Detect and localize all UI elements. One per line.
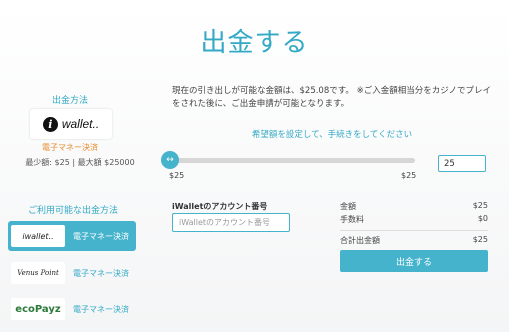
summary-fee-label: 手数料	[340, 215, 364, 224]
amount-slider-track[interactable]	[170, 158, 415, 163]
summary-amount-value: $25	[472, 201, 488, 210]
method-option-venuspoint[interactable]: Venus Point 電子マネー決済	[8, 258, 136, 288]
summary-total-label: 合計出金額	[340, 236, 380, 245]
slider-max-label: $25	[401, 171, 417, 180]
summary-total-row: 合計出金額 $25	[340, 235, 488, 246]
available-methods-heading: ご利用可能な出金方法	[27, 206, 118, 216]
summary-fee-value: $0	[477, 214, 488, 223]
withdraw-button[interactable]: 出金する	[340, 250, 488, 272]
summary-fee-row: 手数料 $0	[340, 214, 488, 225]
selected-method-logo: i wallet..	[30, 109, 112, 139]
account-number-input[interactable]	[172, 213, 290, 232]
arrows-left-right-icon: ↔	[166, 155, 174, 165]
method-option-ecopayz[interactable]: ecoPayz 電子マネー決済	[8, 294, 136, 324]
amount-slider-handle[interactable]: ↔	[161, 151, 179, 169]
method-type-label: 電子マネー決済	[42, 143, 98, 152]
iwallet-logo-text: wallet..	[61, 117, 100, 131]
method-option-label: 電子マネー決済	[73, 268, 129, 278]
iwallet-option-logo: iwallet..	[11, 225, 65, 247]
method-option-label: 電子マネー決済	[73, 304, 129, 314]
venuspoint-option-logo-text: Venus Point	[17, 269, 59, 277]
summary-divider	[340, 230, 488, 231]
withdraw-limits: 最少額: $25 | 最大額 $25000	[25, 158, 135, 167]
summary-total-value: $25	[472, 235, 488, 244]
slider-caption: 希望額を設定して、手続きをしてください	[251, 130, 413, 140]
summary-amount-row: 金額 $25	[340, 201, 488, 212]
account-number-label: iWalletのアカウント番号	[172, 202, 268, 211]
ecopayz-option-logo: ecoPayz	[11, 298, 65, 320]
page-title: 出金する	[200, 28, 309, 58]
amount-input[interactable]: 25	[438, 155, 486, 172]
summary-amount-label: 金額	[340, 202, 356, 211]
method-option-iwallet[interactable]: iwallet.. 電子マネー決済	[8, 221, 136, 251]
ecopayz-option-logo-text: ecoPayz	[15, 303, 61, 315]
iwallet-option-logo-text: iwallet..	[22, 231, 54, 241]
method-heading: 出金方法	[51, 96, 88, 106]
slider-min-label: $25	[169, 171, 185, 180]
method-option-label: 電子マネー決済	[73, 231, 129, 241]
venuspoint-option-logo: Venus Point	[11, 262, 65, 284]
iwallet-logo-icon: i	[42, 116, 58, 132]
withdraw-description: 現在の引き出しが可能な金額は、$25.08です。 ※ご入金額相当分をカジノでプレ…	[172, 86, 492, 109]
